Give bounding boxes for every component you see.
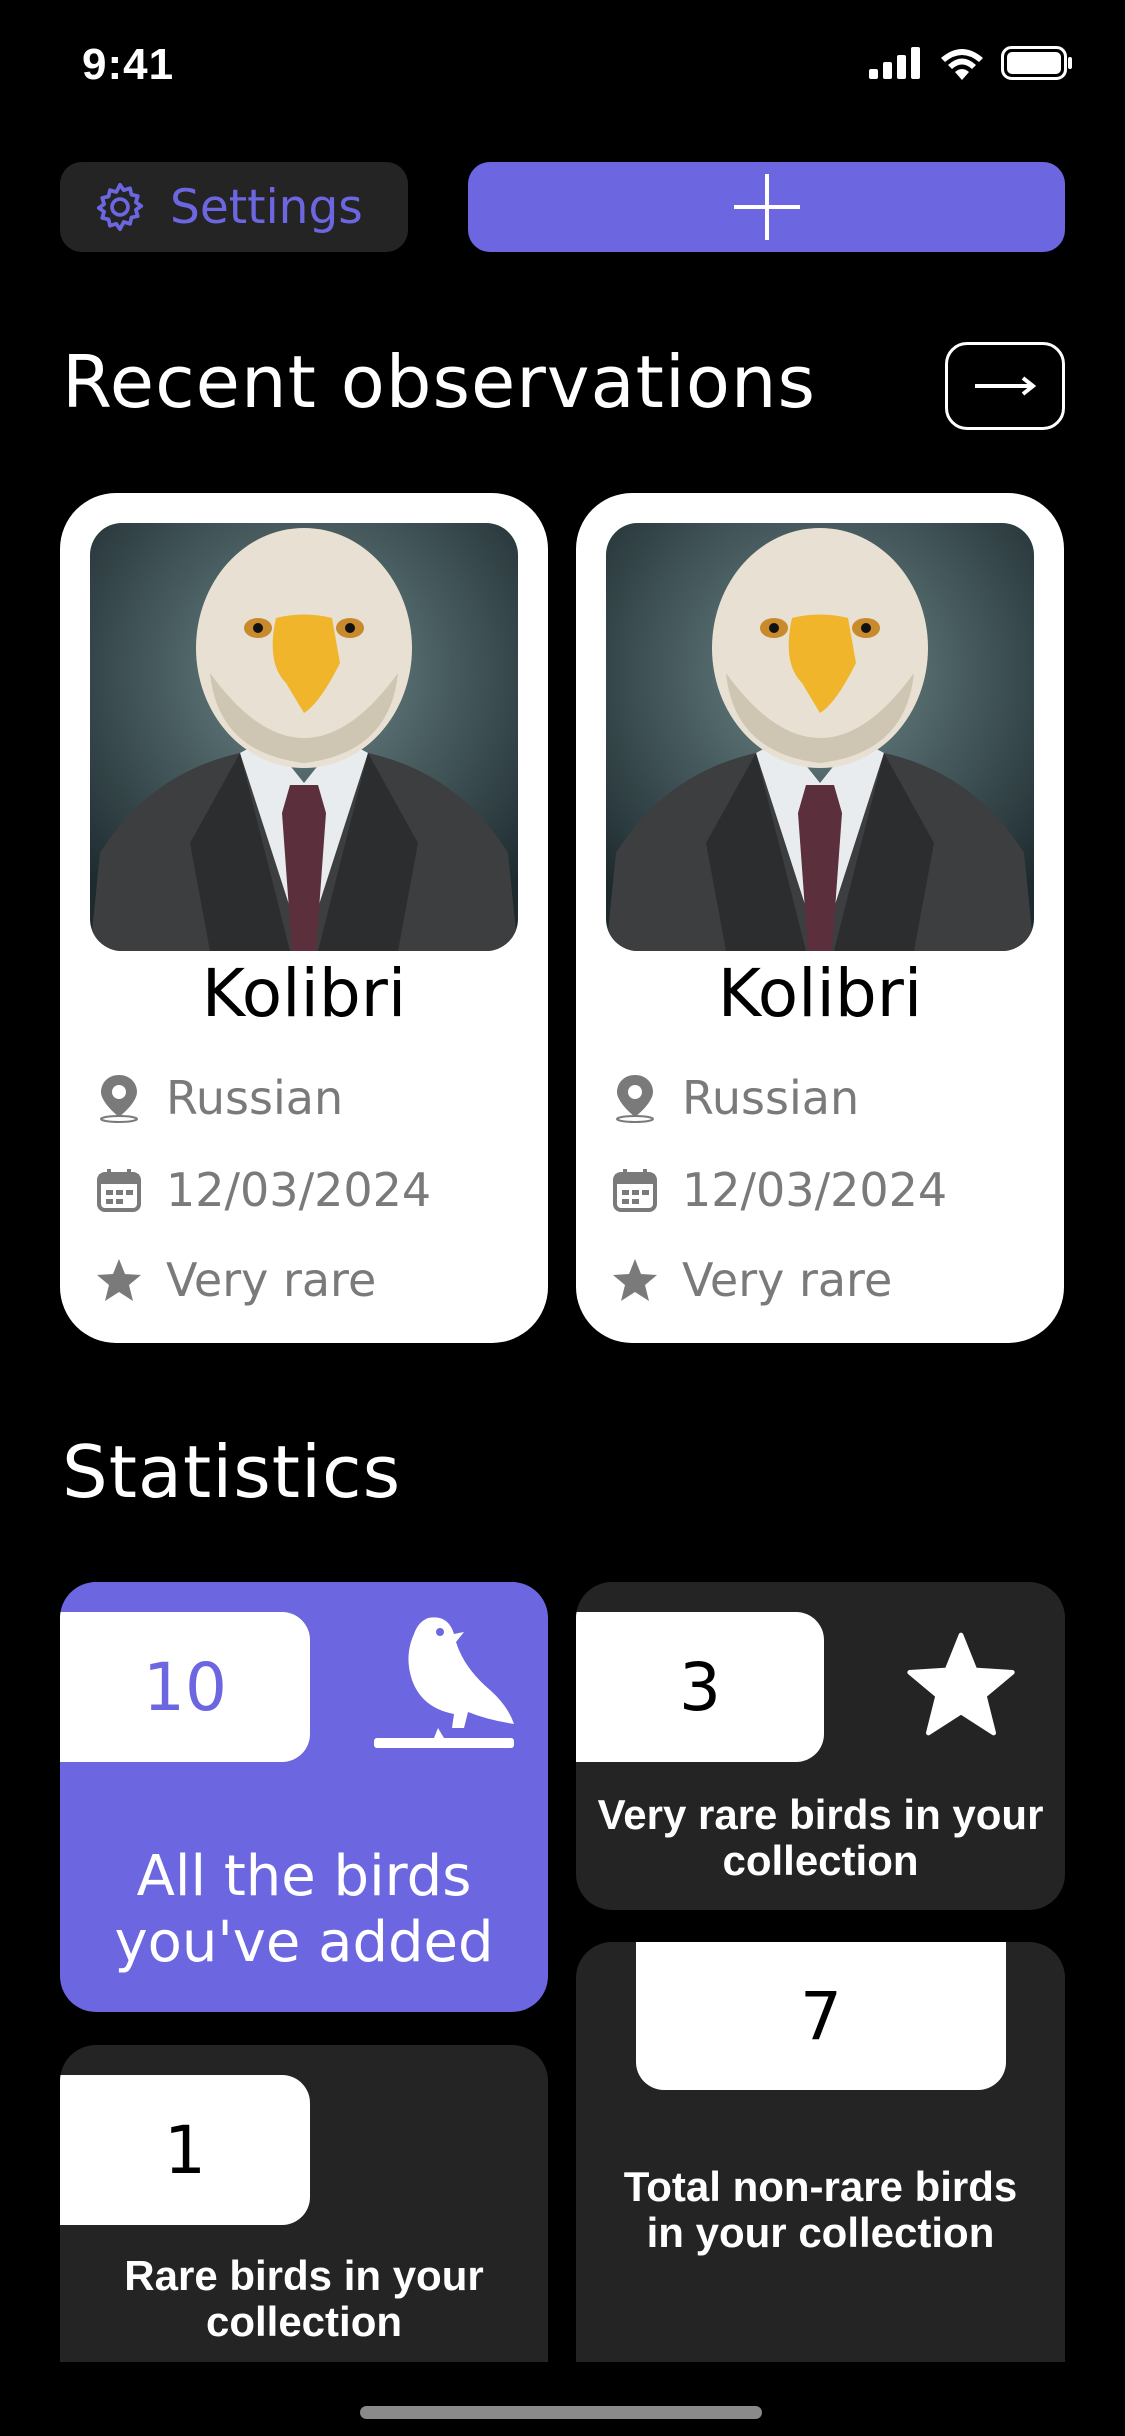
stat-value: 3 [576,1612,824,1762]
location-pin-icon [610,1073,660,1123]
date-row: 12/03/2024 [610,1163,947,1217]
calendar-icon [610,1165,660,1215]
add-observation-button[interactable] [468,162,1065,252]
stat-very-rare[interactable]: 3 Very rare birds in your collection [576,1582,1065,1910]
location-text: Russian [682,1071,860,1125]
observation-card[interactable]: Kolibri Russian 12/03/2024 Very rare [60,493,548,1343]
location-pin-icon [94,1073,144,1123]
settings-label: Settings [170,179,363,235]
signal-icon [869,47,920,79]
location-row: Russian [610,1071,859,1125]
rarity-text: Very rare [166,1253,377,1307]
stat-value: 7 [636,1942,1006,2090]
star-icon [610,1255,660,1305]
stat-non-rare[interactable]: 7 Total non-rare birds in your collectio… [576,1942,1065,2362]
settings-button[interactable]: Settings [60,162,408,252]
stat-all-birds[interactable]: 10 All the birds you've added [60,1582,548,2012]
stat-label: All the birds you've added [114,1844,494,1975]
bird-name: Kolibri [717,955,923,1032]
stat-value: 10 [60,1612,310,1762]
status-icons [869,46,1073,80]
stat-label: Rare birds in your collection [124,2252,484,2345]
bird-photo [606,523,1034,951]
location-row: Russian [94,1071,343,1125]
star-icon [94,1255,144,1305]
battery-icon [1001,46,1072,80]
stat-value: 1 [60,2075,310,2225]
plus-icon [733,174,800,240]
location-text: Russian [166,1071,344,1125]
wifi-icon [941,49,983,80]
bird-photo [90,523,518,951]
statistics-title: Statistics [62,1430,402,1514]
view-all-button[interactable] [945,342,1065,430]
rarity-row: Very rare [610,1253,892,1307]
bird-name: Kolibri [201,955,407,1032]
arrow-right-icon [975,376,1037,396]
date-row: 12/03/2024 [94,1163,431,1217]
gear-icon [96,182,144,232]
date-text: 12/03/2024 [166,1163,432,1217]
stat-rare[interactable]: 1 Rare birds in your collection [60,2045,548,2362]
stat-label: Total non-rare birds in your collection [623,2163,1018,2256]
rarity-text: Very rare [682,1253,893,1307]
stat-label: Very rare birds in your collection [597,1791,1044,1884]
home-indicator[interactable] [360,2406,762,2419]
status-time: 9:41 [82,40,175,89]
observation-card[interactable]: Kolibri Russian 12/03/2024 Very rare [576,493,1064,1343]
star-icon [907,1632,1015,1736]
date-text: 12/03/2024 [682,1163,948,1217]
calendar-icon [94,1165,144,1215]
rarity-row: Very rare [94,1253,376,1307]
bird-icon [374,1617,514,1748]
recent-observations-title: Recent observations [62,340,817,424]
